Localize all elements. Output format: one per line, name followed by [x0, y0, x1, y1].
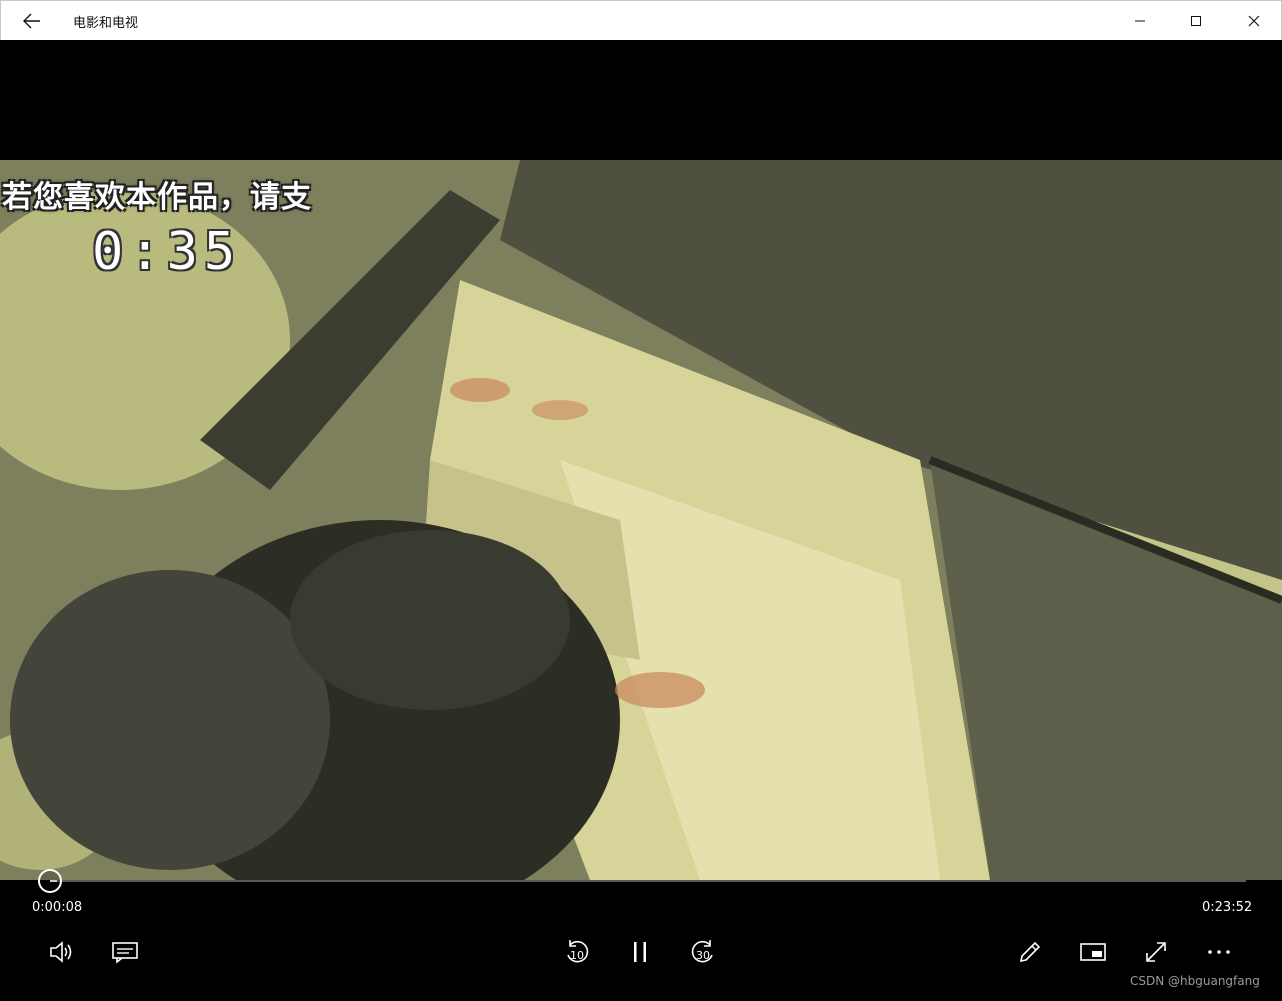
volume-button[interactable]	[40, 930, 84, 974]
current-time: 0:00:08	[32, 900, 83, 915]
skip-forward-label: 30	[696, 949, 710, 962]
arrow-left-icon	[23, 13, 40, 29]
video-overlay-timer: 0:35	[92, 222, 242, 282]
maximize-icon	[1191, 16, 1201, 26]
skip-back-label: 10	[570, 949, 584, 962]
mini-view-button[interactable]	[1071, 930, 1115, 974]
mini-view-icon	[1080, 943, 1106, 961]
edit-pen-icon	[1019, 941, 1041, 963]
total-time: 0:23:52	[1202, 900, 1253, 915]
pause-button[interactable]	[618, 930, 662, 974]
app-title: 电影和电视	[73, 16, 139, 31]
seek-bar[interactable]	[50, 880, 1246, 882]
subtitles-icon	[112, 942, 138, 964]
watermark: CSDN @hbguangfang	[1130, 974, 1260, 988]
skip-forward-button[interactable]: 30	[681, 930, 725, 974]
fullscreen-button[interactable]	[1134, 930, 1178, 974]
volume-icon	[50, 941, 72, 963]
edit-button[interactable]	[1008, 930, 1052, 974]
skip-back-button[interactable]: 10	[555, 930, 599, 974]
seek-thumb[interactable]	[38, 869, 62, 893]
more-button[interactable]	[1197, 930, 1241, 974]
close-button[interactable]	[1229, 1, 1279, 41]
pause-icon	[634, 942, 646, 962]
subtitles-button[interactable]	[103, 930, 147, 974]
maximize-button[interactable]	[1173, 1, 1219, 41]
video-overlay-caption: 若您喜欢本作品，请支	[2, 180, 312, 215]
minimize-icon	[1135, 20, 1145, 22]
title-bar: 电影和电视	[0, 0, 1282, 40]
minimize-button[interactable]	[1117, 1, 1163, 41]
fullscreen-icon	[1146, 942, 1166, 962]
close-icon	[1248, 15, 1260, 27]
back-button[interactable]	[1, 1, 63, 41]
more-icon	[1208, 950, 1230, 954]
